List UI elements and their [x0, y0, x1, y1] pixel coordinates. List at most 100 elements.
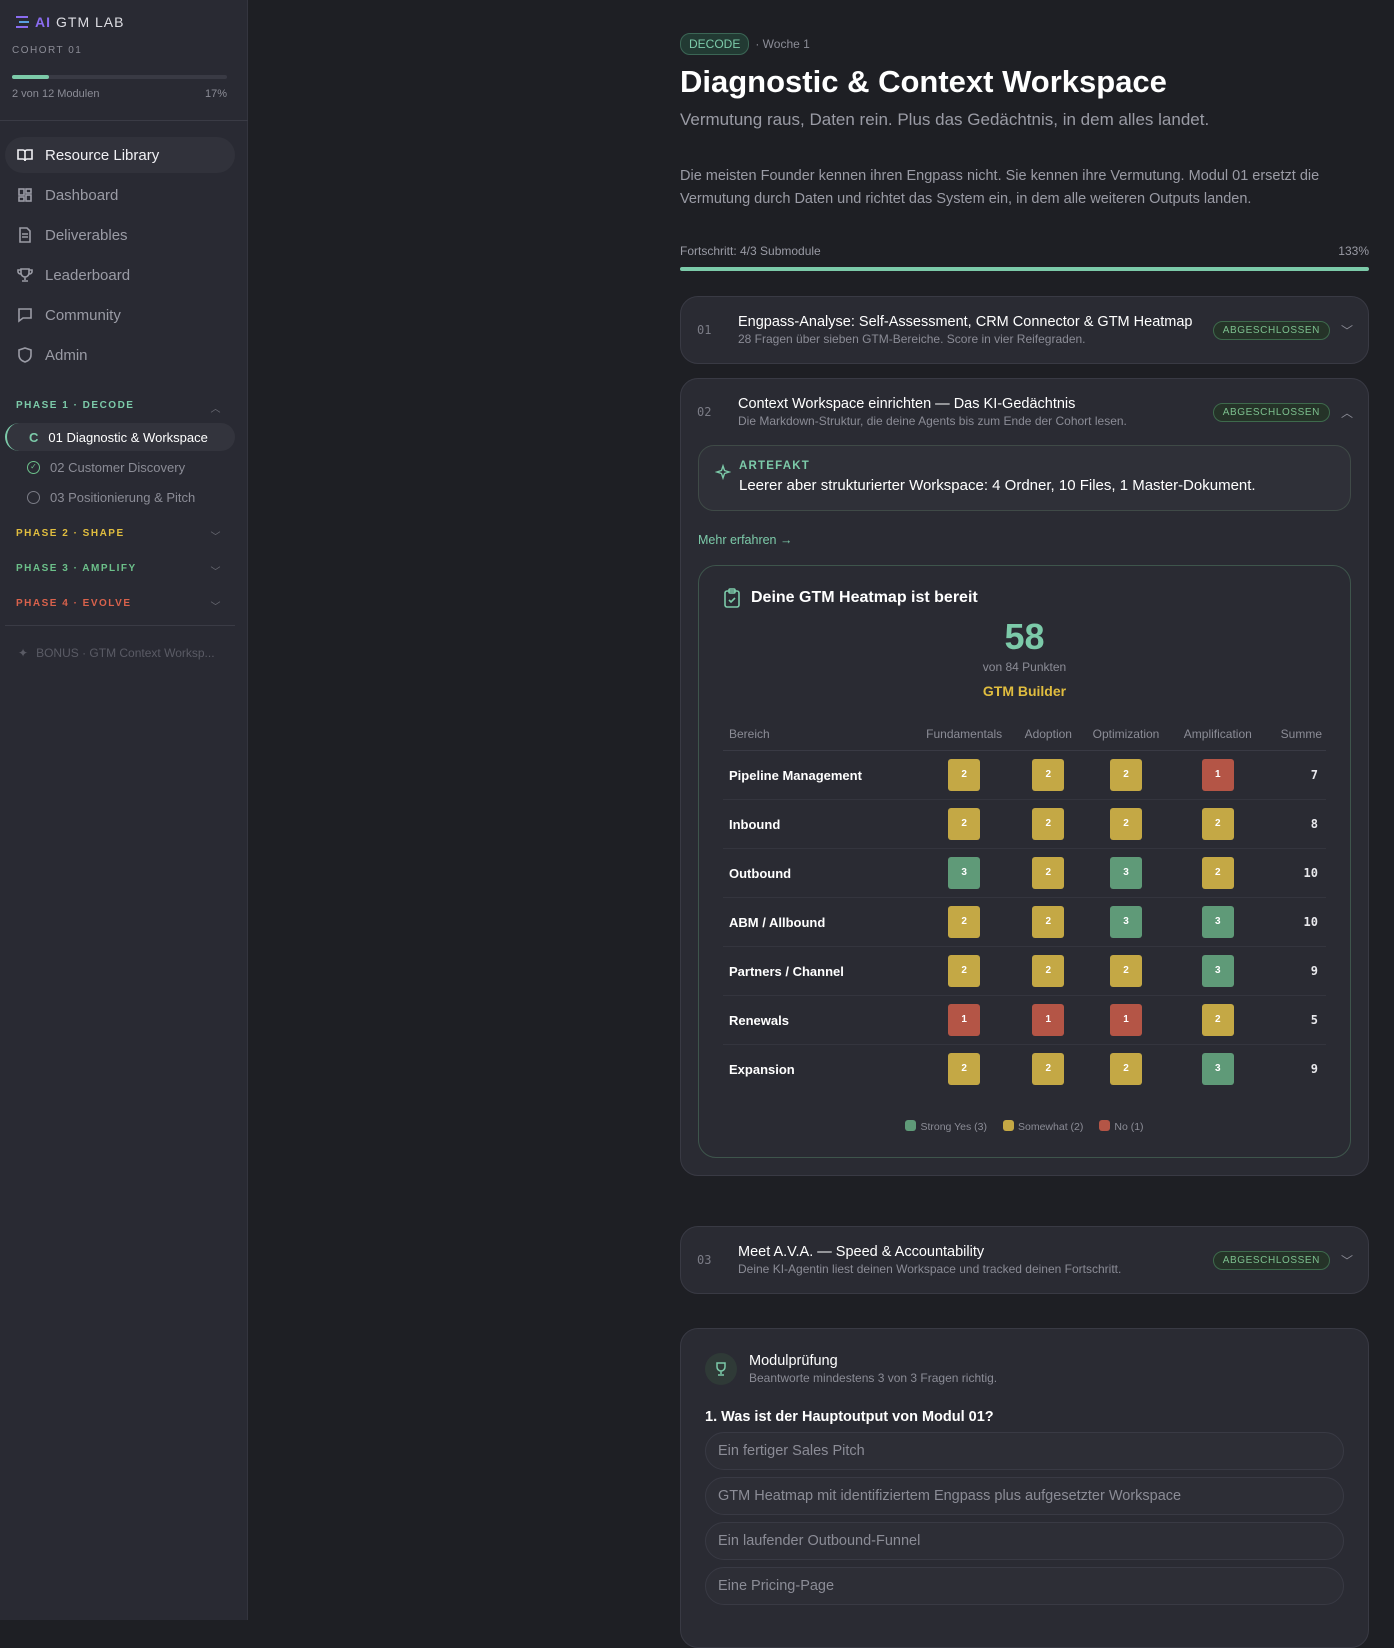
score-cell: 2 — [1201, 857, 1234, 889]
heatmap-score: 58 — [1004, 616, 1045, 657]
module-desc: Die Markdown-Struktur, die deine Agents … — [738, 414, 1127, 428]
status-badge: ABGESCHLOSSEN — [1212, 320, 1330, 340]
submodule-02[interactable]: ✓ 02 Customer Discovery — [5, 453, 235, 481]
area-name: Inbound — [723, 799, 913, 849]
trophy-icon — [17, 268, 33, 282]
score-cell: 3 — [948, 857, 981, 889]
module-header[interactable]: 02 Context Workspace einrichten — Das KI-… — [681, 379, 1368, 445]
submodule-label: 02 Customer Discovery — [50, 459, 186, 475]
week-label: · Woche 1 — [755, 37, 810, 51]
phase-badge: DECODE — [680, 33, 750, 55]
legend-item: No (1) — [1099, 1119, 1144, 1133]
score-cell: 1 — [1201, 759, 1234, 791]
quiz-option[interactable]: Ein laufender Outbound-Funnel — [705, 1522, 1344, 1560]
row-sum: 7 — [1264, 750, 1326, 800]
phase-label: PHASE 4 · EVOLVE — [16, 598, 132, 609]
nav-admin[interactable]: Admin — [5, 337, 235, 373]
chevron-down-icon[interactable]: ﹀ — [1340, 1252, 1354, 1269]
score-cell: 2 — [948, 1053, 981, 1086]
trophy-icon — [705, 1353, 737, 1385]
area-name: Expansion — [729, 1061, 795, 1077]
nav-label: Resource Library — [45, 146, 160, 164]
score-cell-wrap: 3 — [1171, 897, 1265, 947]
score-cell: 2 — [1032, 857, 1065, 889]
score-cell-wrap: 2 — [912, 799, 1016, 849]
score-cell-wrap: 2 — [1080, 946, 1172, 996]
phase-3-header[interactable]: PHASE 3 · AMPLIFY ﹀ — [16, 563, 222, 578]
area-name: Partners / Channel — [723, 946, 913, 996]
score-cell-wrap: 2 — [1015, 848, 1081, 898]
table-row: Partners / Channel 2 2 2 3 9 — [723, 946, 1326, 996]
nav-resource-library[interactable]: Resource Library — [5, 137, 235, 173]
legend-label: Strong Yes (3) — [920, 1120, 987, 1133]
book-icon — [17, 149, 33, 162]
nav-label: Dashboard — [45, 186, 119, 204]
score-cell: 1 — [948, 1004, 981, 1036]
nav-community[interactable]: Community — [5, 297, 235, 333]
quiz-subtitle: Beantworte mindestens 3 von 3 Fragen ric… — [749, 1371, 998, 1385]
quiz-option[interactable]: Eine Pricing-Page — [705, 1567, 1344, 1605]
column-header: Optimization — [1080, 727, 1172, 751]
quiz-question: 1. Was ist der Hauptoutput von Modul 01? — [705, 1409, 994, 1425]
phase-2-header[interactable]: PHASE 2 · SHAPE ﹀ — [16, 528, 222, 543]
score-cell: 2 — [1110, 808, 1142, 840]
status-badge: ABGESCHLOSSEN — [1212, 1250, 1330, 1270]
phase-4-header[interactable]: PHASE 4 · EVOLVE ﹀ — [16, 598, 222, 613]
score-cell: 2 — [948, 808, 981, 840]
clipboard-check-icon — [724, 588, 740, 608]
module-header[interactable]: 01 Engpass-Analyse: Self-Assessment, CRM … — [681, 297, 1368, 363]
row-sum: 10 — [1264, 848, 1326, 898]
score-cell: 2 — [1032, 955, 1065, 987]
heatmap-max: von 84 Punkten — [982, 660, 1067, 674]
chevron-up-icon[interactable]: ︿ — [1340, 404, 1354, 421]
phase-label: PHASE 2 · SHAPE — [16, 528, 125, 539]
empty-circle-icon — [27, 490, 40, 504]
logo[interactable]: AI GTM LAB — [16, 14, 124, 30]
submodule-03[interactable]: 03 Positionierung & Pitch — [5, 483, 235, 511]
table-row: Expansion 2 2 2 3 9 — [723, 1045, 1326, 1094]
artefakt-label: ARTEFAKT — [739, 460, 810, 472]
column-header: Bereich — [723, 727, 913, 751]
artefakt-box: ARTEFAKT Leerer aber strukturierter Work… — [698, 445, 1351, 511]
progress-bar — [680, 267, 1369, 271]
score-cell-wrap: 2 — [1016, 1045, 1081, 1094]
nav-leaderboard[interactable]: Leaderboard — [5, 257, 235, 293]
nav-label: Admin — [45, 346, 88, 364]
cohort-progress-percent: 17% — [204, 88, 227, 100]
score-cell-wrap: 2 — [1171, 848, 1265, 898]
score-cell-wrap: 2 — [1080, 799, 1172, 849]
row-sum: 8 — [1264, 799, 1326, 849]
legend-label: No (1) — [1114, 1120, 1144, 1133]
score-cell-wrap: 2 — [912, 750, 1016, 800]
score-cell-wrap: 3 — [1171, 1045, 1264, 1094]
quiz-option[interactable]: Ein fertiger Sales Pitch — [705, 1432, 1344, 1470]
nav-dashboard[interactable]: Dashboard — [5, 177, 235, 213]
page-subtitle: Vermutung raus, Daten rein. Plus das Ged… — [680, 110, 1210, 129]
chevron-down-icon: ﹀ — [210, 602, 222, 613]
phase-1-header[interactable]: PHASE 1 · DECODE ︿ — [16, 400, 222, 415]
score-cell: 3 — [1201, 906, 1234, 938]
column-header: Summe — [1264, 727, 1326, 751]
score-cell-wrap: 2 — [1081, 1045, 1172, 1094]
legend-swatch — [905, 1119, 917, 1131]
cohort-progress-label: 2 von 12 Modulen — [12, 88, 100, 100]
bonus-item[interactable]: ✦ BONUS · GTM Context Worksp... — [18, 646, 215, 660]
progress-label: Fortschritt: 4/3 Submodule — [680, 244, 821, 258]
cohort-progress-bar — [12, 75, 227, 79]
chevron-down-icon[interactable]: ﹀ — [1340, 322, 1354, 339]
score-cell-wrap: 2 — [1171, 799, 1265, 849]
nav-deliverables[interactable]: Deliverables — [5, 217, 235, 253]
area-name: ABM / Allbound — [723, 897, 913, 947]
module-number: 02 — [697, 405, 712, 419]
heatmap-title: Deine GTM Heatmap ist bereit — [751, 589, 978, 606]
more-link[interactable]: Mehr erfahren → — [698, 533, 1351, 547]
submodule-01[interactable]: C 01 Diagnostic & Workspace — [5, 423, 235, 451]
score-cell: 3 — [1201, 1053, 1234, 1086]
score-cell: 2 — [1110, 759, 1142, 791]
module-header[interactable]: 03 Meet A.V.A. — Speed & Accountability De… — [681, 1227, 1368, 1293]
loading-icon: C — [29, 429, 39, 445]
column-header: Amplification — [1171, 727, 1265, 751]
quiz-option[interactable]: GTM Heatmap mit identifiziertem Engpass … — [705, 1477, 1344, 1515]
chevron-down-icon: ﹀ — [210, 532, 222, 543]
phase-label: PHASE 1 · DECODE — [16, 400, 135, 411]
